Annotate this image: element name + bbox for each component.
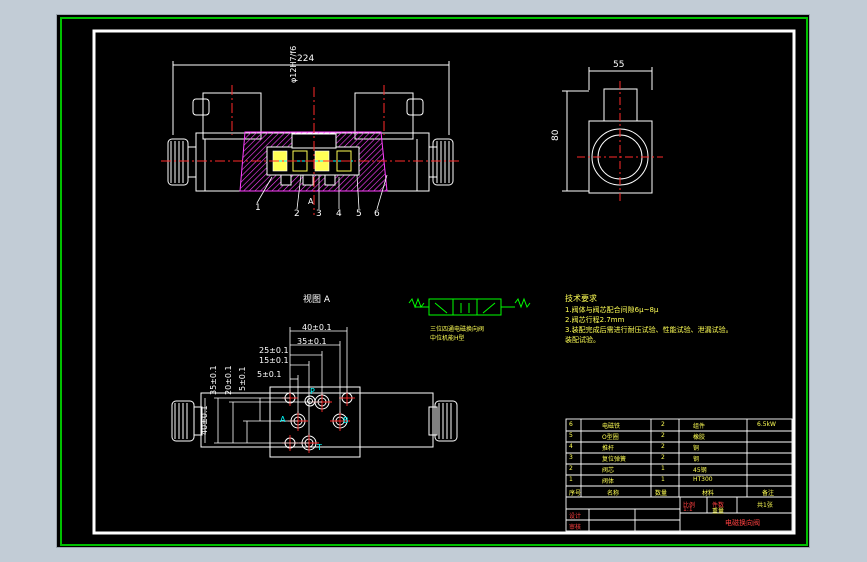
- parts-row-6-qty: 1: [661, 476, 665, 483]
- header-material: 材料: [702, 490, 715, 497]
- parts-row-1-note: 6.5kW: [757, 421, 776, 428]
- header-qty: 数量: [655, 490, 668, 497]
- parts-row-5-qty: 1: [661, 465, 665, 472]
- parts-row-3-material: 铜: [693, 445, 700, 452]
- dim-v40: 40±0.1: [200, 405, 209, 435]
- dim-v20: 20±0.1: [224, 365, 233, 395]
- dim-v5: 5±0.1: [238, 366, 247, 391]
- tech-req-item-1: 1.阀体与阀芯配合间隙6μ~8μ: [565, 306, 659, 314]
- parts-row-6-material: HT300: [693, 476, 713, 483]
- parts-row-3-qty: 2: [661, 443, 665, 450]
- title-checker: 审核: [569, 524, 582, 531]
- dim-p25: 25±0.1: [259, 346, 289, 355]
- parts-row-1-no: 6: [569, 421, 573, 428]
- header-no: 序号: [569, 490, 582, 497]
- hydraulic-symbol: [408, 297, 531, 316]
- callout-4: 4: [336, 209, 342, 219]
- view-a-label: 视图 A: [303, 295, 331, 305]
- dim-side-height: 80: [551, 129, 561, 141]
- center-lines-side: [577, 81, 663, 203]
- callout-3: 3: [316, 209, 322, 219]
- parts-row-3-name: 推杆: [602, 445, 615, 452]
- dim-side-width: 55: [613, 60, 625, 70]
- dim-p40: 40±0.1: [302, 323, 332, 332]
- parts-row-5-no: 2: [569, 465, 573, 472]
- section-arrow-label: A: [308, 197, 314, 206]
- callout-6: 6: [374, 209, 380, 219]
- title-scale: 1:1: [683, 506, 693, 513]
- parts-row-5-name: 阀芯: [602, 467, 615, 474]
- header-note: 备注: [762, 490, 775, 497]
- dim-p5: 5±0.1: [257, 370, 282, 379]
- parts-row-4-no: 3: [569, 454, 573, 461]
- title-drawing-name: 电磁换向阀: [725, 519, 760, 527]
- title-designer: 设计: [569, 513, 582, 520]
- tech-req-item-4: 装配试验。: [565, 336, 600, 344]
- parts-table-grid: [565, 418, 793, 532]
- parts-row-5-material: 45钢: [693, 467, 707, 474]
- port-b-label: B: [343, 416, 349, 425]
- parts-row-6-name: 阀体: [602, 478, 615, 485]
- header-name: 名称: [607, 490, 620, 497]
- title-weight: 重量: [712, 508, 725, 515]
- symbol-caption-2: 中位机能H型: [430, 335, 465, 342]
- parts-row-2-qty: 2: [661, 432, 665, 439]
- drawing-sheet: 224 φ12H7/f6 55 80 1 2 3 4 5 6 A 视图 A 40…: [56, 14, 810, 548]
- callout-2: 2: [294, 209, 300, 219]
- parts-row-1-material: 组件: [693, 423, 706, 430]
- tech-req-item-3: 3.装配完成后需进行耐压试验、性能试验、泄漏试验。: [565, 326, 733, 334]
- dim-v35: 35±0.1: [209, 365, 218, 395]
- port-p-label: P: [310, 387, 315, 396]
- parts-row-4-material: 钢: [693, 456, 700, 463]
- dim-overall-length: 224: [297, 54, 315, 64]
- parts-row-6-no: 1: [569, 476, 573, 483]
- dim-p15: 15±0.1: [259, 356, 289, 365]
- side-view: [562, 67, 653, 194]
- parts-row-1-name: 电磁铁: [602, 423, 621, 430]
- port-a-label: A: [280, 415, 286, 424]
- parts-row-4-name: 复位弹簧: [602, 456, 627, 463]
- symbol-caption-1: 三位四通电磁换向阀: [430, 326, 485, 333]
- parts-row-2-name: O型圈: [602, 434, 619, 441]
- callout-1: 1: [255, 203, 261, 213]
- tech-req-item-2: 2.阀芯行程2.7mm: [565, 316, 625, 324]
- callout-5: 5: [356, 209, 362, 219]
- port-t-label: T: [317, 443, 322, 452]
- tech-req-title: 技术要求: [565, 294, 597, 303]
- drawing-frame: [92, 29, 796, 535]
- parts-row-2-material: 橡胶: [693, 434, 706, 441]
- title-sheet: 共1张: [757, 502, 773, 509]
- dim-p35: 35±0.1: [297, 337, 327, 346]
- parts-row-1-qty: 2: [661, 421, 665, 428]
- dim-valve-fit: φ12H7/f6: [289, 45, 298, 83]
- parts-row-4-qty: 2: [661, 454, 665, 461]
- parts-row-2-no: 5: [569, 432, 573, 439]
- parts-row-3-no: 4: [569, 443, 573, 450]
